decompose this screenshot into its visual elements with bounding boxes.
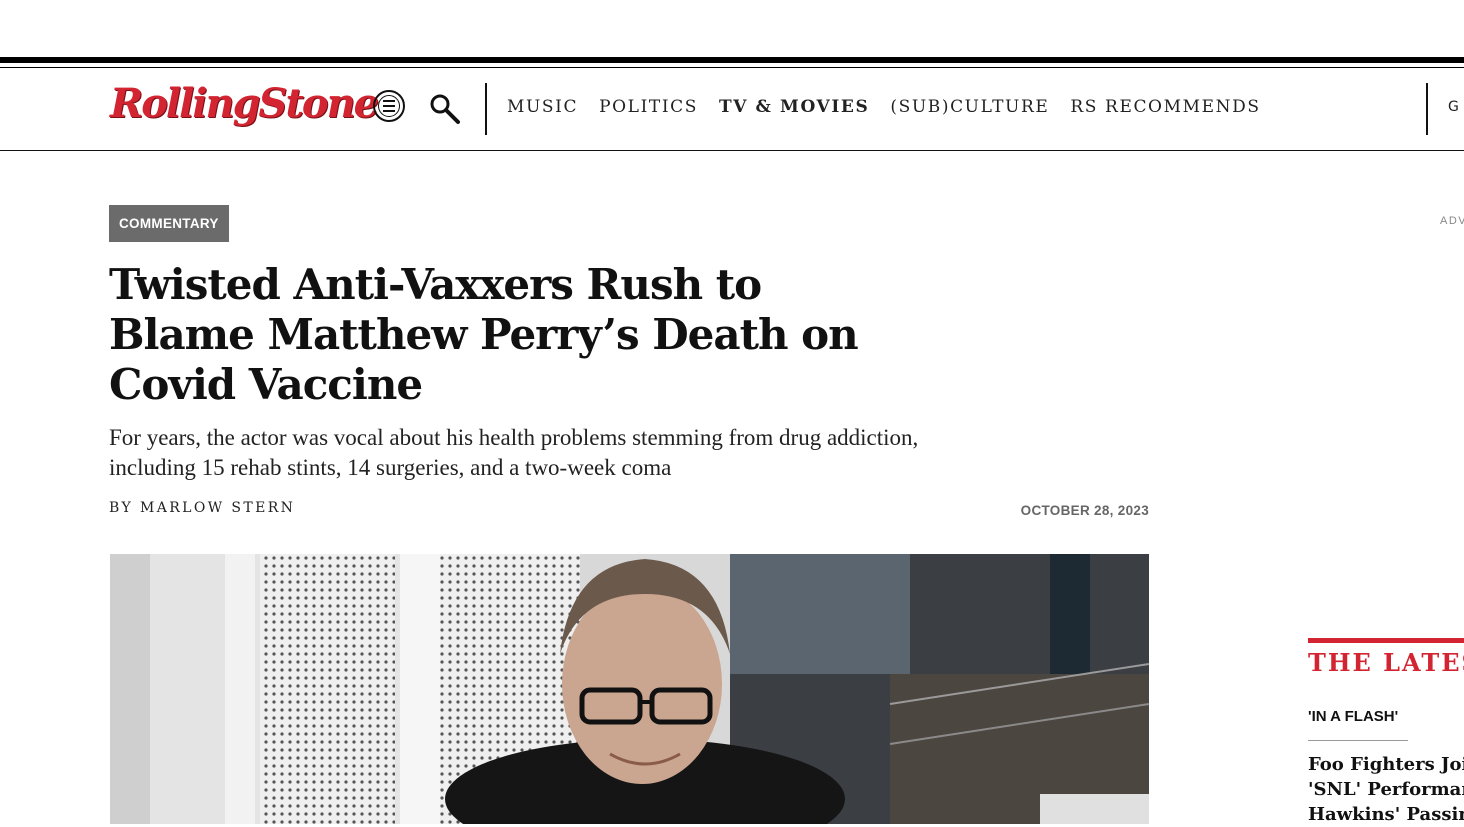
rolling-stone-logo[interactable]: RollingStone [110,80,379,127]
latest-story-link[interactable]: Foo Fighters Join 'SNL' Performance Hawk… [1308,752,1464,827]
header-bottom-rule [0,150,1464,151]
search-button[interactable] [428,92,462,126]
article-headline: Twisted Anti-Vaxxers Rush to Blame Matth… [109,260,859,409]
latest-story-line: Hawkins' Passing [1308,804,1464,825]
byline: BY MARLOW STERN [109,500,295,516]
latest-section-title: THE LATEST [1308,648,1464,677]
search-icon [430,94,460,124]
nav-item-music[interactable]: MUSIC [507,97,578,117]
hero-image [110,554,1149,824]
nav-divider [485,83,487,135]
author-link[interactable]: MARLOW STERN [140,500,295,516]
latest-accent-bar [1308,638,1464,643]
latest-story-line: 'SNL' Performance [1308,779,1464,800]
main-nav: MUSIC POLITICS TV & MOVIES (SUB)CULTURE … [507,97,1261,117]
latest-kicker-rule [1308,740,1408,741]
nav-divider-right [1426,83,1428,135]
advertisement-label: ADV [1440,215,1464,227]
hamburger-circle-icon [378,95,400,117]
article-dek: For years, the actor was vocal about his… [109,425,919,480]
latest-kicker: 'IN A FLASH' [1308,708,1399,725]
nav-item-tv-movies[interactable]: TV & MOVIES [719,97,869,117]
publish-date: OCTOBER 28, 2023 [1020,503,1149,518]
top-border-thick [0,57,1464,63]
nav-item-subculture[interactable]: (SUB)CULTURE [890,97,1049,117]
byline-prefix: BY [109,500,134,516]
category-badge[interactable]: COMMENTARY [109,205,229,242]
nav-item-politics[interactable]: POLITICS [599,97,698,117]
menu-button[interactable] [373,90,405,122]
nav-item-rs-recommends[interactable]: RS RECOMMENDS [1070,97,1260,117]
latest-story-line: Foo Fighters Join [1308,754,1464,775]
top-border-thin [0,67,1464,68]
nav-right-link[interactable]: G [1448,99,1460,115]
hero-photo-placeholder [110,554,1149,824]
